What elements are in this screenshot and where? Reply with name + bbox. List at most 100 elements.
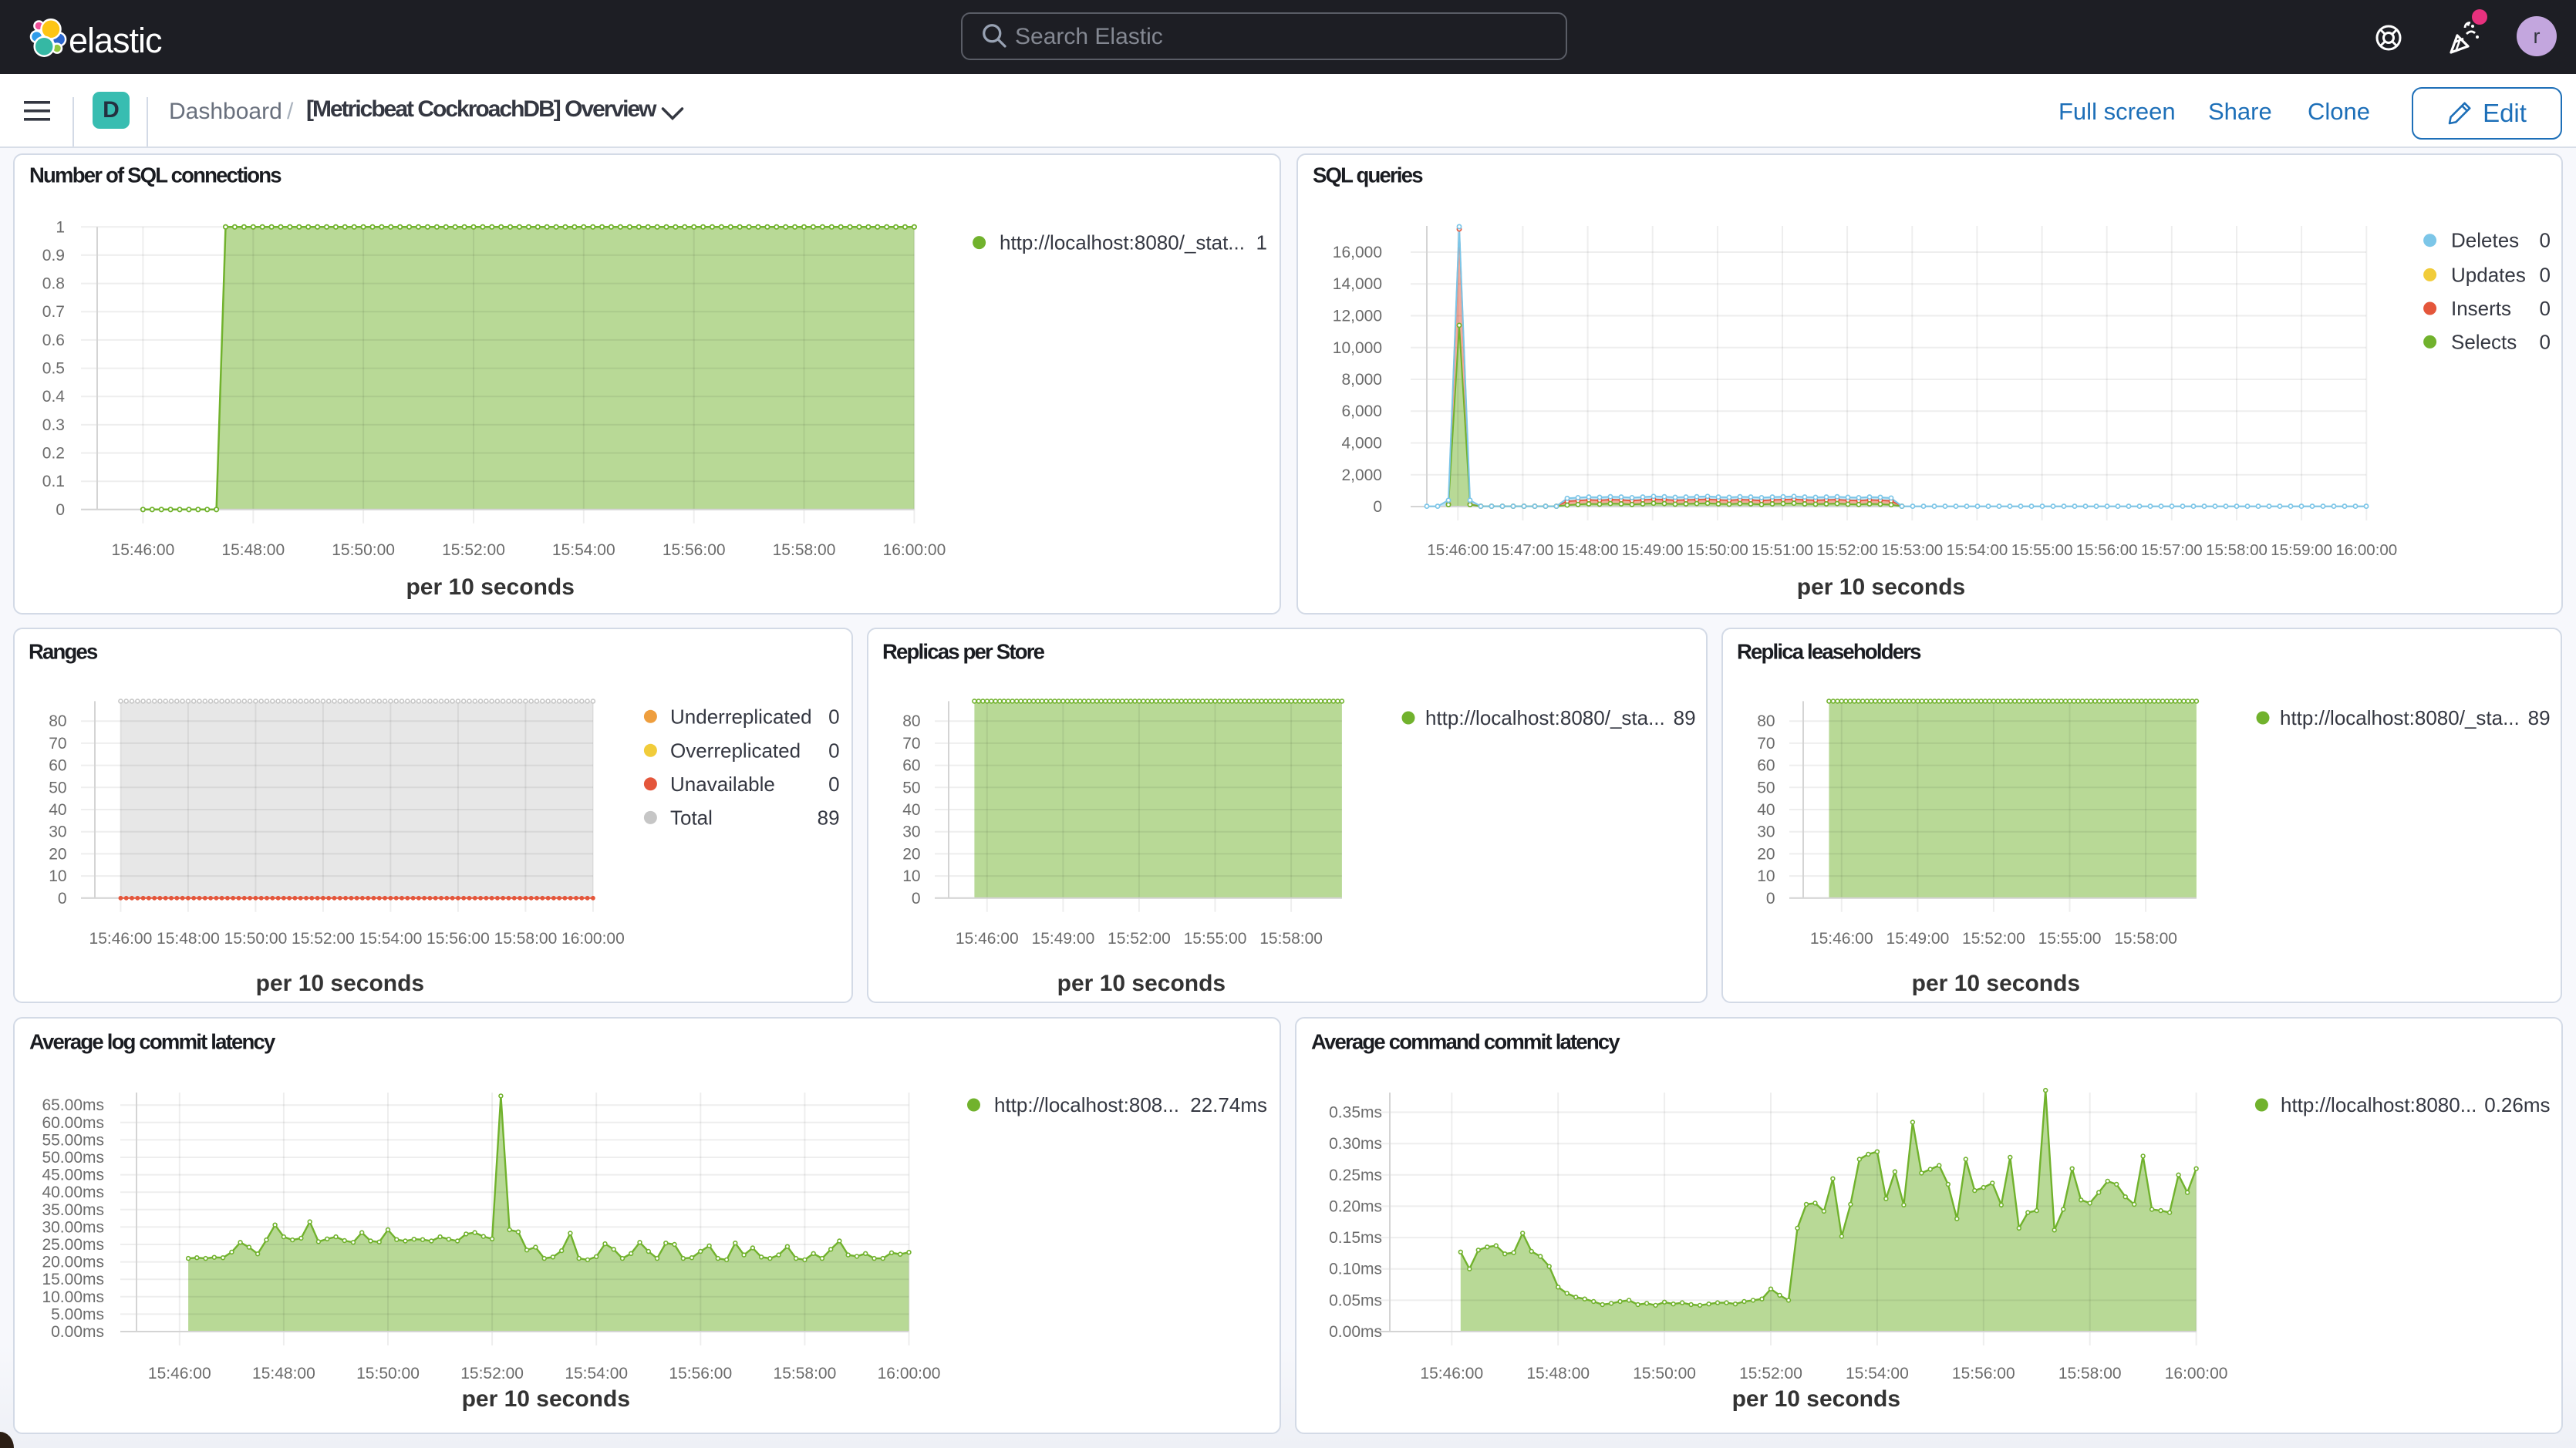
svg-text:http://localhost:8080/_stat...: http://localhost:8080/_stat... <box>1000 231 1245 254</box>
svg-text:0: 0 <box>828 773 839 796</box>
svg-text:40.00ms: 40.00ms <box>42 1184 104 1201</box>
svg-text:15:50:00: 15:50:00 <box>1633 1365 1696 1382</box>
svg-text:0.00ms: 0.00ms <box>51 1323 104 1341</box>
svg-text:Replica leaseholders: Replica leaseholders <box>1737 640 1921 664</box>
svg-text:50: 50 <box>49 779 66 796</box>
svg-text:60: 60 <box>1757 757 1775 775</box>
svg-text:15:52:00: 15:52:00 <box>442 541 505 559</box>
svg-text:15:48:00: 15:48:00 <box>1526 1365 1590 1382</box>
svg-text:15:52:00: 15:52:00 <box>1816 541 1878 559</box>
svg-text:14,000: 14,000 <box>1333 275 1382 293</box>
svg-text:15:58:00: 15:58:00 <box>494 930 558 948</box>
svg-text:Selects: Selects <box>2451 330 2517 353</box>
svg-text:20: 20 <box>902 845 920 863</box>
svg-text:0: 0 <box>2540 297 2551 320</box>
svg-text:16,000: 16,000 <box>1333 244 1382 261</box>
svg-text:16:00:00: 16:00:00 <box>883 541 946 559</box>
svg-text:16:00:00: 16:00:00 <box>878 1365 941 1382</box>
svg-text:15:58:00: 15:58:00 <box>773 541 836 559</box>
svg-text:15:58:00: 15:58:00 <box>2206 541 2267 559</box>
svg-text:30.00ms: 30.00ms <box>42 1218 104 1236</box>
svg-text:Inserts: Inserts <box>2451 297 2511 320</box>
svg-text:Underreplicated: Underreplicated <box>670 705 812 728</box>
svg-text:0.35ms: 0.35ms <box>1329 1104 1382 1122</box>
svg-text:15:58:00: 15:58:00 <box>1259 930 1323 948</box>
svg-text:65.00ms: 65.00ms <box>42 1096 104 1114</box>
svg-text:2,000: 2,000 <box>1341 466 1382 484</box>
svg-text:15:48:00: 15:48:00 <box>157 930 220 948</box>
svg-text:0.05ms: 0.05ms <box>1329 1291 1382 1309</box>
svg-text:Average log commit latency: Average log commit latency <box>29 1030 276 1054</box>
svg-text:15:46:00: 15:46:00 <box>1420 1365 1483 1382</box>
svg-text:0: 0 <box>828 705 839 728</box>
svg-text:15:52:00: 15:52:00 <box>1108 930 1171 948</box>
svg-text:16:00:00: 16:00:00 <box>561 930 625 948</box>
svg-text:0: 0 <box>2540 263 2551 286</box>
svg-text:15:46:00: 15:46:00 <box>112 541 175 559</box>
svg-text:0.10ms: 0.10ms <box>1329 1261 1382 1278</box>
svg-text:20: 20 <box>1757 845 1775 863</box>
svg-text:55.00ms: 55.00ms <box>42 1131 104 1149</box>
svg-text:http://localhost:8080...: http://localhost:8080... <box>2281 1093 2477 1116</box>
svg-text:12,000: 12,000 <box>1333 308 1382 325</box>
svg-text:15:54:00: 15:54:00 <box>1846 1365 1909 1382</box>
svg-text:15:52:00: 15:52:00 <box>292 930 355 948</box>
svg-text:10: 10 <box>49 867 66 885</box>
svg-text:0.3: 0.3 <box>42 416 65 434</box>
svg-text:60: 60 <box>902 757 920 775</box>
svg-text:SQL queries: SQL queries <box>1313 163 1423 187</box>
svg-text:http://localhost:808...: http://localhost:808... <box>994 1093 1179 1116</box>
svg-text:0.5: 0.5 <box>42 360 65 378</box>
svg-text:30: 30 <box>1757 823 1775 841</box>
svg-text:0.15ms: 0.15ms <box>1329 1229 1382 1247</box>
svg-text:4,000: 4,000 <box>1341 435 1382 453</box>
svg-text:10: 10 <box>902 867 920 885</box>
svg-text:1: 1 <box>56 218 65 236</box>
svg-text:89: 89 <box>2528 706 2551 729</box>
svg-text:0: 0 <box>2540 330 2551 353</box>
svg-text:50: 50 <box>1757 779 1775 796</box>
svg-text:0: 0 <box>2540 229 2551 252</box>
svg-text:0.4: 0.4 <box>42 388 66 406</box>
svg-text:0: 0 <box>1766 890 1775 908</box>
svg-text:0.30ms: 0.30ms <box>1329 1135 1382 1153</box>
svg-text:15:49:00: 15:49:00 <box>1622 541 1684 559</box>
svg-text:15:54:00: 15:54:00 <box>565 1365 628 1382</box>
svg-text:35.00ms: 35.00ms <box>42 1201 104 1219</box>
svg-text:per 10 seconds: per 10 seconds <box>1912 971 2080 996</box>
svg-text:80: 80 <box>1757 712 1775 730</box>
svg-text:50: 50 <box>902 779 920 796</box>
svg-text:15:55:00: 15:55:00 <box>1184 930 1247 948</box>
svg-text:10,000: 10,000 <box>1333 339 1382 357</box>
svg-text:20: 20 <box>49 845 66 863</box>
svg-text:10.00ms: 10.00ms <box>42 1288 104 1306</box>
svg-text:Ranges: Ranges <box>29 640 98 664</box>
svg-text:0: 0 <box>1373 498 1382 516</box>
svg-text:15.00ms: 15.00ms <box>42 1271 104 1288</box>
svg-text:15:49:00: 15:49:00 <box>1032 930 1095 948</box>
svg-text:15:58:00: 15:58:00 <box>2114 930 2177 948</box>
svg-text:0.7: 0.7 <box>42 303 65 321</box>
svg-text:16:00:00: 16:00:00 <box>2165 1365 2228 1382</box>
svg-text:per 10 seconds: per 10 seconds <box>406 574 574 600</box>
svg-text:per 10 seconds: per 10 seconds <box>1797 574 1965 600</box>
svg-text:0: 0 <box>58 890 67 908</box>
svg-text:15:53:00: 15:53:00 <box>1881 541 1943 559</box>
svg-text:15:55:00: 15:55:00 <box>2011 541 2073 559</box>
svg-text:http://localhost:8080/_sta...: http://localhost:8080/_sta... <box>1425 706 1665 729</box>
svg-text:15:52:00: 15:52:00 <box>1962 930 2025 948</box>
svg-text:45.00ms: 45.00ms <box>42 1167 104 1184</box>
svg-text:8,000: 8,000 <box>1341 371 1382 389</box>
svg-text:http://localhost:8080/_sta...: http://localhost:8080/_sta... <box>2280 706 2520 729</box>
svg-text:15:54:00: 15:54:00 <box>359 930 423 948</box>
svg-text:15:46:00: 15:46:00 <box>956 930 1019 948</box>
svg-text:15:54:00: 15:54:00 <box>552 541 615 559</box>
svg-text:15:56:00: 15:56:00 <box>669 1365 732 1382</box>
svg-text:0.6: 0.6 <box>42 332 65 349</box>
svg-text:70: 70 <box>902 735 920 753</box>
svg-text:0.8: 0.8 <box>42 275 65 293</box>
svg-text:40: 40 <box>1757 801 1775 819</box>
svg-text:15:52:00: 15:52:00 <box>460 1365 524 1382</box>
svg-text:Average command commit latency: Average command commit latency <box>1311 1030 1620 1054</box>
svg-text:15:56:00: 15:56:00 <box>1952 1365 2015 1382</box>
